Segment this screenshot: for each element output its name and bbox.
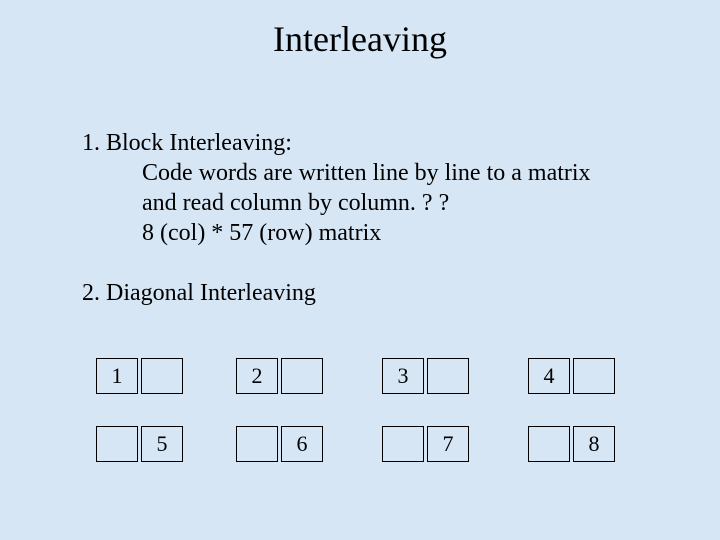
- cell-2-blank: [281, 358, 323, 394]
- cell-pair-1: 1: [96, 358, 183, 394]
- section-1-line-2: and read column by column. ? ?: [82, 188, 652, 218]
- diagram-row-1: 1 2 3 4: [96, 358, 656, 398]
- slide: Interleaving 1. Block Interleaving: Code…: [0, 0, 720, 540]
- cell-6: 6: [281, 426, 323, 462]
- section-1-line-1: Code words are written line by line to a…: [82, 158, 652, 188]
- slide-body: 1. Block Interleaving: Code words are wr…: [82, 128, 652, 308]
- cell-8: 8: [573, 426, 615, 462]
- diagram-row-2: 5 6 7 8: [96, 426, 656, 466]
- interleaving-diagram: 1 2 3 4 5 6: [96, 358, 656, 494]
- cell-pair-7: 7: [382, 426, 469, 462]
- cell-pair-5: 5: [96, 426, 183, 462]
- cell-7: 7: [427, 426, 469, 462]
- cell-1: 1: [96, 358, 138, 394]
- cell-4-blank: [573, 358, 615, 394]
- cell-5-blank: [96, 426, 138, 462]
- cell-3: 3: [382, 358, 424, 394]
- section-1-line-3: 8 (col) * 57 (row) matrix: [82, 218, 652, 248]
- cell-2: 2: [236, 358, 278, 394]
- cell-pair-8: 8: [528, 426, 615, 462]
- cell-pair-4: 4: [528, 358, 615, 394]
- slide-title: Interleaving: [0, 18, 720, 60]
- cell-pair-3: 3: [382, 358, 469, 394]
- cell-pair-2: 2: [236, 358, 323, 394]
- cell-4: 4: [528, 358, 570, 394]
- section-2-heading: 2. Diagonal Interleaving: [82, 278, 652, 308]
- cell-5: 5: [141, 426, 183, 462]
- cell-1-blank: [141, 358, 183, 394]
- section-1-heading: 1. Block Interleaving:: [82, 128, 652, 158]
- cell-7-blank: [382, 426, 424, 462]
- cell-8-blank: [528, 426, 570, 462]
- cell-6-blank: [236, 426, 278, 462]
- cell-pair-6: 6: [236, 426, 323, 462]
- cell-3-blank: [427, 358, 469, 394]
